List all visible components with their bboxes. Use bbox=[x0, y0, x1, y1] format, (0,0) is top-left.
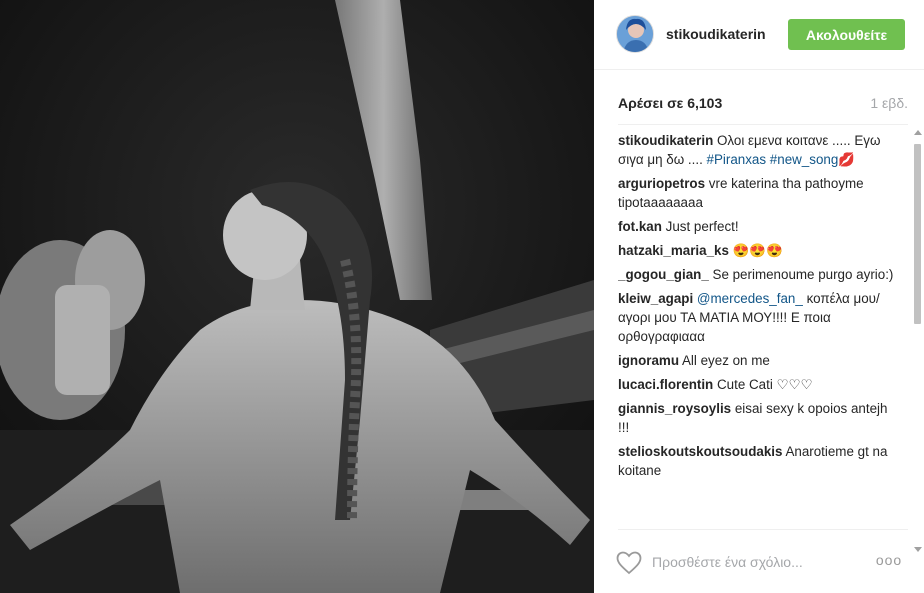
follow-button[interactable]: Ακολουθείτε bbox=[788, 19, 905, 50]
comment-item: fot.kan Just perfect! bbox=[618, 217, 898, 236]
mention-link[interactable]: @mercedes_fan_ bbox=[697, 291, 803, 306]
comment-user[interactable]: ignoramu bbox=[618, 353, 679, 368]
comment-user[interactable]: stikoudikaterin bbox=[618, 133, 713, 148]
comment-user[interactable]: hatzaki_maria_ks bbox=[618, 243, 729, 258]
scroll-up-icon[interactable] bbox=[914, 130, 922, 135]
post-username[interactable]: stikoudikaterin bbox=[666, 26, 766, 42]
comment-user[interactable]: stelioskoutskoutsoudakis bbox=[618, 444, 782, 459]
kiss-icon: 💋 bbox=[838, 152, 855, 167]
post-header: stikoudikaterin Ακολουθείτε bbox=[594, 0, 924, 70]
comment-user[interactable]: arguriopetros bbox=[618, 176, 705, 191]
comment-item: _gogou_gian_ Se perimenoume purgo ayrio:… bbox=[618, 265, 898, 284]
comment-user[interactable]: fot.kan bbox=[618, 219, 662, 234]
likes-count[interactable]: Αρέσει σε 6,103 bbox=[618, 95, 722, 111]
comment-item: ignoramu All eyez on me bbox=[618, 351, 898, 370]
hashtag-link[interactable]: #Piranxas bbox=[707, 152, 767, 167]
comment-user[interactable]: kleiw_agapi bbox=[618, 291, 693, 306]
comment-caption: stikoudikaterin Ολοι εμενα κοιτανε .....… bbox=[618, 131, 898, 169]
divider-bottom bbox=[618, 529, 908, 530]
comment-item: giannis_roysoylis eisai sexy k opoios an… bbox=[618, 399, 898, 437]
comment-text: Just perfect! bbox=[665, 219, 739, 234]
comment-item: hatzaki_maria_ks 😍😍😍 bbox=[618, 241, 898, 260]
comment-text: 😍😍😍 bbox=[732, 243, 783, 258]
post-panel: stikoudikaterin Ακολουθείτε Αρέσει σε 6,… bbox=[594, 0, 924, 593]
comment-composer: ooo bbox=[594, 540, 924, 593]
comment-item: stelioskoutskoutsoudakis Anarotieme gt n… bbox=[618, 442, 898, 480]
comment-item: kleiw_agapi @mercedes_fan_ κοπέλα μου/αγ… bbox=[618, 289, 898, 346]
comments-scrollbar[interactable] bbox=[911, 130, 924, 552]
comment-text: Cute Cati ♡♡♡ bbox=[716, 377, 813, 392]
avatar-image bbox=[617, 16, 653, 52]
more-options-icon[interactable]: ooo bbox=[874, 552, 904, 572]
comment-text: All eyez on me bbox=[682, 353, 770, 368]
comment-text: Se perimenoume purgo ayrio:) bbox=[712, 267, 894, 282]
comment-user[interactable]: giannis_roysoylis bbox=[618, 401, 731, 416]
comment-item: lucaci.florentin Cute Cati ♡♡♡ bbox=[618, 375, 898, 394]
avatar[interactable] bbox=[616, 15, 654, 53]
comment-user[interactable]: lucaci.florentin bbox=[618, 377, 713, 392]
comment-user[interactable]: _gogou_gian_ bbox=[618, 267, 709, 282]
scroll-thumb[interactable] bbox=[914, 144, 921, 324]
post-photo[interactable] bbox=[0, 0, 594, 593]
comment-item: arguriopetros vre katerina tha pathoyme … bbox=[618, 174, 898, 212]
hashtag-link[interactable]: #new_song bbox=[770, 152, 839, 167]
heart-icon[interactable] bbox=[616, 551, 642, 575]
likes-row: Αρέσει σε 6,103 1 εβδ. bbox=[618, 95, 908, 115]
post-time[interactable]: 1 εβδ. bbox=[870, 95, 908, 111]
photo-image bbox=[0, 0, 594, 593]
comment-input[interactable] bbox=[652, 550, 852, 574]
comments-list[interactable]: stikoudikaterin Ολοι εμενα κοιτανε .....… bbox=[618, 131, 898, 525]
divider-top bbox=[618, 124, 908, 125]
